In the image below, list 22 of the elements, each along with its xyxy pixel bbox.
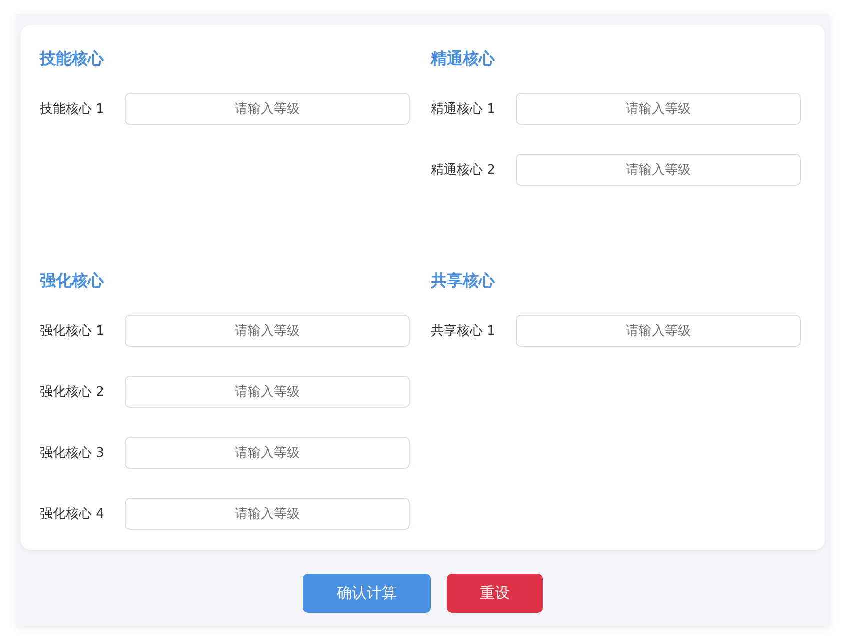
field-label: 技能核心 1 <box>40 101 106 118</box>
section-title: 强化核心 <box>40 271 106 291</box>
level-input[interactable]: 请输入等级 <box>125 376 410 408</box>
field-label: 共享核心 1 <box>431 323 496 340</box>
field-label: 强化核心 3 <box>40 445 106 462</box>
field-label: 精通核心 2 <box>431 162 496 179</box>
confirm-button[interactable]: 确认计算 <box>303 574 431 613</box>
section-title: 技能核心 <box>40 49 106 69</box>
level-input[interactable]: 请输入等级 <box>516 93 801 125</box>
field-label: 强化核心 2 <box>40 384 106 401</box>
level-input[interactable]: 请输入等级 <box>125 437 410 469</box>
field-label: 强化核心 4 <box>40 506 106 523</box>
field-label: 强化核心 1 <box>40 323 106 340</box>
level-input[interactable]: 请输入等级 <box>516 315 801 347</box>
section-title: 共享核心 <box>431 271 496 291</box>
section-title: 精通核心 <box>431 49 496 69</box>
level-input[interactable]: 请输入等级 <box>125 93 410 125</box>
level-input[interactable]: 请输入等级 <box>516 154 801 186</box>
field-label: 精通核心 1 <box>431 101 496 118</box>
reset-button[interactable]: 重设 <box>447 574 543 613</box>
level-input[interactable]: 请输入等级 <box>125 315 410 347</box>
level-input[interactable]: 请输入等级 <box>125 498 410 530</box>
